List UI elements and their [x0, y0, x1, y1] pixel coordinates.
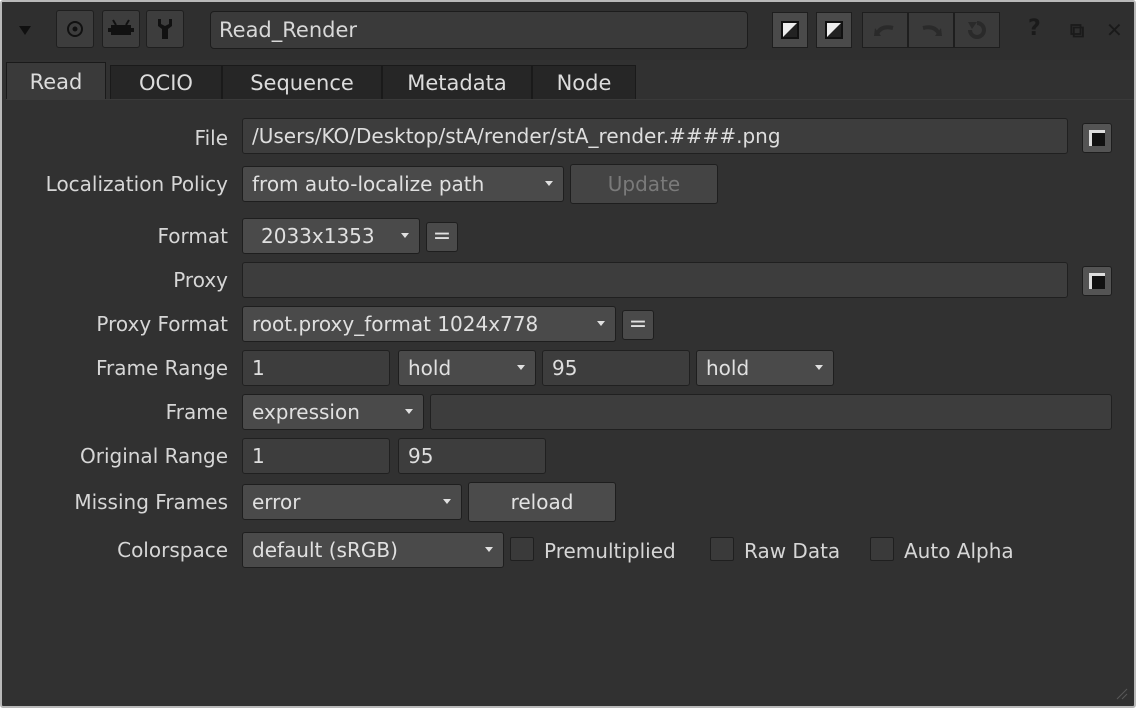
- frame-mode-dropdown[interactable]: expression: [242, 394, 424, 430]
- proxy-browse-button[interactable]: [1082, 266, 1112, 296]
- resize-grip-icon[interactable]: [1114, 686, 1128, 700]
- close-icon[interactable]: ✕: [1106, 18, 1123, 42]
- chevron-down-icon: [545, 181, 553, 186]
- float-panel-icon[interactable]: ⧉: [1070, 18, 1084, 42]
- chevron-down-icon: [443, 499, 451, 504]
- viewer-icon: [108, 19, 134, 35]
- color-swatch-icon: [825, 21, 843, 39]
- file-label: File: [194, 126, 228, 150]
- revert-icon: [968, 21, 986, 39]
- localization-policy-value: from auto-localize path: [252, 172, 485, 196]
- read-node-properties-panel: Read_Render ? ⧉ ✕ Read OCIO Sequence Met…: [0, 0, 1136, 708]
- node-settings-button[interactable]: [146, 10, 184, 48]
- undo-icon: [874, 25, 894, 36]
- folder-icon: [1089, 273, 1105, 289]
- file-path-input[interactable]: /Users/KO/Desktop/stA/render/stA_render.…: [242, 118, 1068, 154]
- premultiplied-checkbox[interactable]: [510, 537, 534, 561]
- auto-alpha-checkbox[interactable]: [870, 537, 894, 561]
- proxy-label: Proxy: [173, 268, 228, 292]
- proxy-format-value: root.proxy_format 1024x778: [252, 312, 539, 336]
- format-dropdown[interactable]: 2033x1353: [242, 218, 420, 254]
- circle-target-icon: [67, 21, 83, 37]
- folder-icon: [1089, 130, 1105, 146]
- tab-sequence[interactable]: Sequence: [222, 65, 382, 100]
- proxy-format-dropdown[interactable]: root.proxy_format 1024x778: [242, 306, 616, 342]
- update-button[interactable]: Update: [570, 164, 718, 204]
- chevron-down-icon: [517, 365, 525, 370]
- wrench-icon: [158, 19, 172, 39]
- original-range-start-input[interactable]: 1: [242, 438, 390, 474]
- center-node-button[interactable]: [56, 10, 94, 48]
- raw-data-label: Raw Data: [744, 539, 841, 563]
- localization-policy-label: Localization Policy: [45, 172, 228, 196]
- proxy-path-input[interactable]: [242, 262, 1068, 298]
- panel-titlebar: Read_Render ? ⧉ ✕: [2, 2, 1134, 60]
- missing-frames-dropdown[interactable]: error: [242, 484, 462, 520]
- chevron-down-icon: [405, 409, 413, 414]
- original-range-label: Original Range: [79, 444, 228, 468]
- proxy-format-edit-button[interactable]: =: [622, 310, 654, 340]
- missing-frames-value: error: [252, 490, 301, 514]
- frame-range-before-dropdown[interactable]: hold: [398, 350, 536, 386]
- colorspace-value: default (sRGB): [252, 538, 398, 562]
- redo-button[interactable]: [908, 12, 954, 48]
- color-swatch-icon: [781, 21, 799, 39]
- color-swatch-a-button[interactable]: [772, 12, 808, 48]
- tab-ocio[interactable]: OCIO: [110, 65, 222, 100]
- frame-range-before-value: hold: [408, 356, 452, 380]
- colorspace-dropdown[interactable]: default (sRGB): [242, 532, 504, 568]
- frame-range-end-input[interactable]: 95: [542, 350, 690, 386]
- premultiplied-label: Premultiplied: [544, 539, 676, 563]
- node-name-field[interactable]: Read_Render: [210, 11, 748, 49]
- tab-divider: [6, 99, 1134, 100]
- help-icon[interactable]: ?: [1028, 16, 1041, 41]
- frame-range-after-value: hold: [706, 356, 750, 380]
- colorspace-label: Colorspace: [117, 538, 228, 562]
- triangle-down-icon: [19, 26, 31, 35]
- chevron-down-icon: [597, 321, 605, 326]
- frame-range-start-input[interactable]: 1: [242, 350, 390, 386]
- frame-label: Frame: [165, 400, 228, 424]
- frame-range-label: Frame Range: [95, 356, 228, 380]
- format-value: 2033x1353: [261, 224, 375, 248]
- tab-metadata[interactable]: Metadata: [382, 65, 532, 100]
- undo-button[interactable]: [862, 12, 908, 48]
- frame-mode-value: expression: [252, 400, 360, 424]
- collapse-button[interactable]: [8, 12, 42, 48]
- reload-button[interactable]: reload: [468, 482, 616, 522]
- auto-alpha-label: Auto Alpha: [904, 539, 1014, 563]
- format-edit-button[interactable]: =: [426, 222, 458, 252]
- proxy-format-label: Proxy Format: [96, 312, 228, 336]
- tab-node[interactable]: Node: [532, 65, 636, 100]
- format-label: Format: [157, 224, 228, 248]
- file-browse-button[interactable]: [1082, 123, 1112, 153]
- original-range-end-input[interactable]: 95: [398, 438, 546, 474]
- frame-expression-input[interactable]: [430, 394, 1112, 430]
- missing-frames-label: Missing Frames: [74, 490, 228, 514]
- viewer-button[interactable]: [102, 10, 140, 48]
- raw-data-checkbox[interactable]: [710, 537, 734, 561]
- localization-policy-dropdown[interactable]: from auto-localize path: [242, 166, 564, 202]
- revert-button[interactable]: [954, 12, 1000, 48]
- color-swatch-b-button[interactable]: [816, 12, 852, 48]
- frame-range-after-dropdown[interactable]: hold: [696, 350, 834, 386]
- tab-read[interactable]: Read: [6, 62, 106, 100]
- redo-icon: [922, 25, 942, 36]
- chevron-down-icon: [401, 233, 409, 238]
- chevron-down-icon: [485, 547, 493, 552]
- chevron-down-icon: [815, 365, 823, 370]
